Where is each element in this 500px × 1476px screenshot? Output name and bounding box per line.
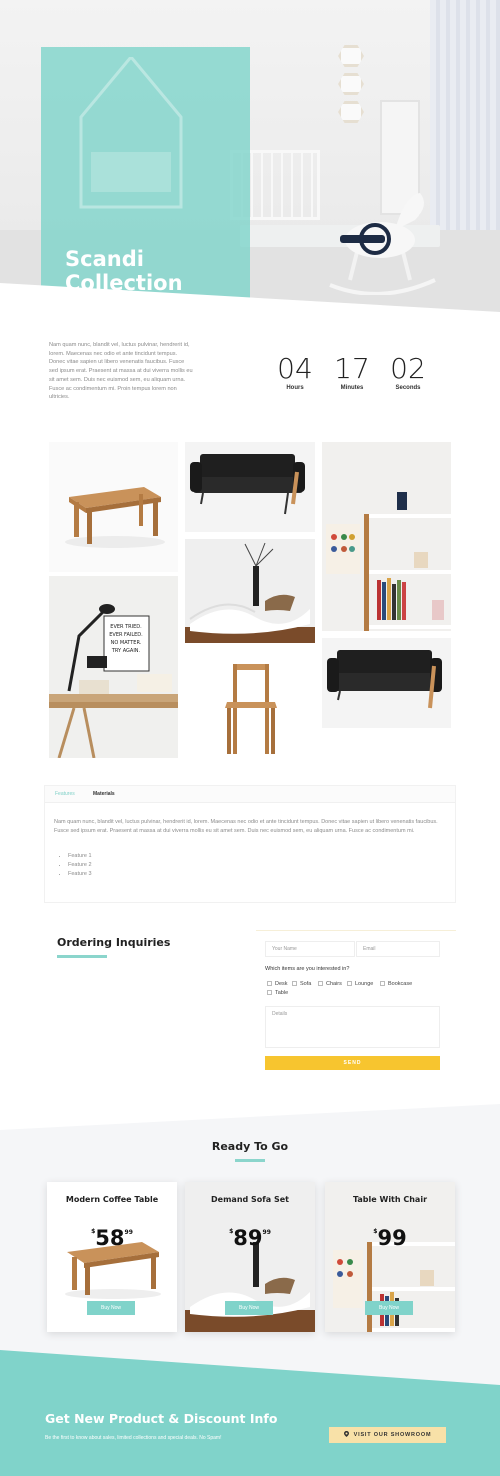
ready-to-go-title: Ready To Go (211, 1140, 289, 1153)
checkbox-lounge[interactable]: Lounge (347, 981, 373, 987)
checkbox-icon (347, 981, 352, 986)
hex-shelf (338, 73, 364, 95)
minutes-value: 17 (334, 352, 370, 385)
checkbox-bookcase[interactable]: Bookcase (380, 981, 412, 987)
card-title: Modern Coffee Table (65, 1195, 159, 1204)
details-textarea[interactable]: Details (265, 1006, 440, 1048)
hex-shelf (338, 45, 364, 67)
checkbox-label: Bookcase (388, 981, 413, 987)
gallery-image-lounge-chair[interactable] (185, 539, 315, 643)
coffee-table-illustration (65, 487, 165, 548)
hero-title-line2: Collection (65, 271, 183, 295)
title-underline (57, 955, 107, 958)
tab-features[interactable]: Features (55, 791, 75, 797)
checkbox-label: Table (275, 990, 289, 996)
card-price: $99 (325, 1226, 455, 1250)
hero-section: Scandi Collection (0, 0, 500, 320)
buy-now-button[interactable]: Buy Now (365, 1301, 413, 1315)
lounge-chair-illustration (185, 539, 315, 643)
gallery-image-desk[interactable]: EVER TRIED. EVER FAILED. NO MATTER. TRY … (49, 576, 178, 758)
minutes-label: Minutes (340, 385, 364, 391)
showroom-button-label: VISIT OUR SHOWROOM (353, 1432, 432, 1438)
seconds-label: Seconds (395, 385, 421, 391)
svg-text:NO MATTER.: NO MATTER. (111, 640, 142, 646)
checkbox-icon (267, 981, 272, 986)
email-field[interactable]: Email (356, 941, 440, 957)
desk-illustration: EVER TRIED. EVER FAILED. NO MATTER. TRY … (49, 576, 178, 758)
price-main: 89 (233, 1226, 263, 1250)
card-title: Demand Sofa Set (211, 1195, 289, 1204)
price-cents: 99 (124, 1229, 133, 1236)
product-card-table-chair[interactable]: Table With Chair $99 Buy Now (325, 1182, 455, 1332)
name-field[interactable]: Your Name (265, 941, 355, 957)
title-underline (235, 1159, 265, 1162)
checkbox-icon (318, 981, 323, 986)
seconds-value: 02 (390, 352, 426, 385)
hero-title: Scandi Collection (65, 247, 183, 295)
card-price: $8999 (185, 1226, 315, 1250)
send-button[interactable]: SEND (265, 1056, 440, 1070)
gallery-image-black-couch[interactable] (322, 638, 451, 728)
map-pin-icon (343, 1431, 349, 1437)
list-item: Feature 3 (68, 870, 92, 879)
footer-title: Get New Product & Discount Info (45, 1411, 278, 1426)
countdown-hours: 04 Hours (270, 352, 320, 392)
wooden-chair-illustration (225, 664, 277, 754)
footer-subtitle: Be the first to know about sales, limite… (45, 1435, 222, 1441)
card-title: Table With Chair (352, 1195, 428, 1204)
price-cents: 99 (262, 1229, 271, 1236)
tab-bar: Features Materials (45, 786, 455, 803)
checkbox-table[interactable]: Table (267, 990, 288, 996)
svg-text:TRY AGAIN.: TRY AGAIN. (111, 648, 141, 654)
bookcase-illustration (326, 492, 451, 631)
hours-label: Hours (286, 385, 304, 391)
price-main: 99 (377, 1226, 407, 1250)
checkbox-label: Sofa (300, 981, 312, 987)
checkbox-desk[interactable]: Desk (267, 981, 288, 987)
countdown-seconds: 02 Seconds (383, 352, 433, 392)
product-tabs: Features Materials Nam quam nunc, blandi… (44, 785, 456, 903)
overlay-room-illustration (79, 57, 183, 209)
checkbox-label: Desk (275, 981, 288, 987)
black-couch-illustration (327, 650, 442, 709)
card-price: $5899 (47, 1226, 177, 1250)
hero-title-line1: Scandi (65, 247, 144, 271)
checkbox-label: Chairs (326, 981, 342, 987)
checkbox-sofa[interactable]: Sofa (292, 981, 311, 987)
list-item: Feature 2 (68, 861, 92, 870)
price-main: 58 (95, 1226, 125, 1250)
tab-materials[interactable]: Materials (93, 791, 115, 797)
checkbox-icon (292, 981, 297, 986)
countdown-minutes: 17 Minutes (327, 352, 377, 392)
gallery-image-black-sofa[interactable] (185, 442, 315, 532)
checkbox-label: Lounge (355, 981, 374, 987)
buy-now-button[interactable]: Buy Now (87, 1301, 135, 1315)
items-question: Which items are you interested in? (265, 966, 350, 972)
countdown-timer: 04 Hours 17 Minutes 02 Seconds (270, 354, 435, 394)
hours-value: 04 (277, 352, 313, 385)
gallery-image-bookcase[interactable] (322, 442, 451, 631)
product-card-sofa-set[interactable]: Demand Sofa Set $8999 Buy Now (185, 1182, 315, 1332)
rocking-horse-illustration (329, 193, 436, 295)
ordering-inquiries-title: Ordering Inquiries (57, 936, 171, 949)
tab-content-text: Nam quam nunc, blandit vel, luctus pulvi… (54, 819, 438, 834)
gallery-image-chair[interactable] (185, 650, 315, 758)
form-divider (256, 930, 456, 931)
svg-text:EVER FAILED.: EVER FAILED. (109, 632, 143, 638)
checkbox-icon (267, 990, 272, 995)
hero-window-curtain (430, 0, 500, 230)
checkbox-chairs[interactable]: Chairs (318, 981, 342, 987)
hex-shelf (338, 101, 364, 123)
features-list: Feature 1 Feature 2 Feature 3 (60, 852, 92, 879)
buy-now-button[interactable]: Buy Now (225, 1301, 273, 1315)
black-sofa-illustration (190, 454, 305, 515)
intro-paragraph: Nam quam nunc, blandit vel, luctus pulvi… (49, 342, 193, 401)
product-card-coffee-table[interactable]: Modern Coffee Table $5899 Buy Now (47, 1182, 177, 1332)
checkbox-icon (380, 981, 385, 986)
visit-showroom-button[interactable]: VISIT OUR SHOWROOM (329, 1427, 446, 1443)
gallery-image-coffee-table[interactable] (49, 442, 178, 572)
list-item: Feature 1 (68, 852, 92, 861)
svg-text:EVER TRIED.: EVER TRIED. (110, 624, 142, 630)
